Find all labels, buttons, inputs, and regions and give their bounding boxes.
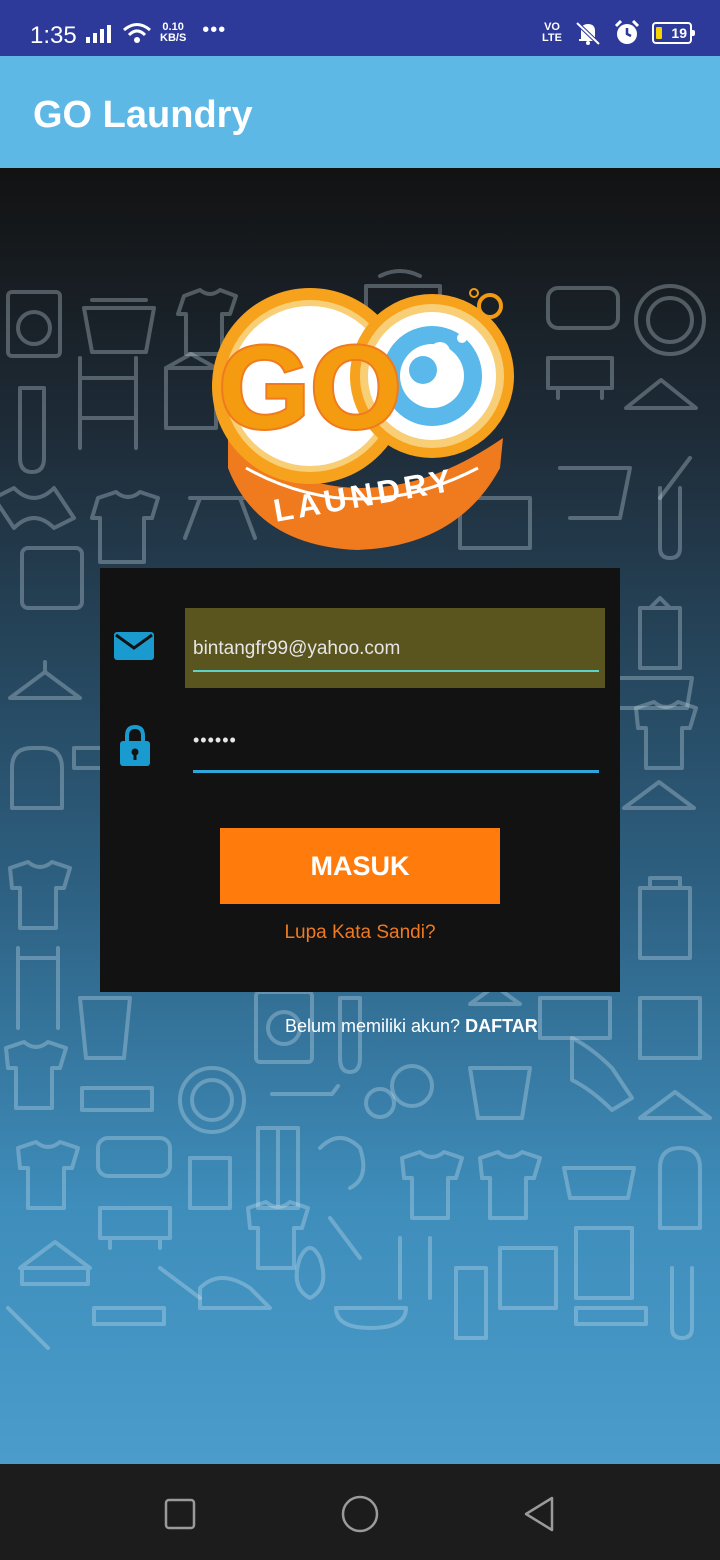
email-underline — [193, 670, 599, 672]
go-laundry-logo: GO LAUNDRY — [212, 288, 514, 550]
status-left-icons: 0.10 KB/S ••• — [86, 18, 227, 44]
home-button[interactable] — [338, 1492, 382, 1536]
alarm-icon — [614, 20, 640, 44]
volte-bottom: LTE — [542, 32, 562, 44]
app-title: GO Laundry — [33, 94, 253, 136]
password-field[interactable]: •••••• — [193, 728, 599, 776]
register-link[interactable]: DAFTAR — [465, 1016, 538, 1036]
register-prompt-text: Belum memiliki akun? — [285, 1016, 461, 1036]
mute-icon — [575, 21, 601, 46]
login-button[interactable]: MASUK — [220, 828, 500, 904]
status-time: 1:35 — [30, 22, 77, 49]
lock-icon — [120, 724, 150, 766]
email-icon — [114, 632, 154, 660]
app-bar: GO Laundry — [0, 56, 720, 168]
recent-apps-button[interactable] — [158, 1492, 202, 1536]
more-notifications-icon: ••• — [202, 18, 227, 41]
email-input-value[interactable]: bintangfr99@yahoo.com — [193, 638, 400, 660]
system-navigation-bar — [0, 1464, 720, 1560]
login-screen: GO LAUNDRY bintangfr99@yahoo.com •••••• … — [0, 168, 720, 1464]
status-right-icons: VO LTE 19 — [542, 20, 695, 46]
volte-indicator: VO LTE — [542, 22, 562, 44]
network-speed: 0.10 KB/S — [160, 22, 186, 44]
status-bar: 1:35 0.10 KB/S ••• VO LTE 19 — [0, 0, 720, 56]
login-card: bintangfr99@yahoo.com •••••• MASUK Lupa … — [100, 568, 620, 992]
logo-letters: GO — [218, 322, 402, 454]
battery-indicator: 19 — [652, 22, 695, 44]
register-prompt: Belum memiliki akun? DAFTAR — [285, 1016, 538, 1037]
forgot-password-link[interactable]: Lupa Kata Sandi? — [100, 922, 620, 944]
network-speed-unit: KB/S — [160, 32, 187, 44]
wifi-icon — [123, 23, 151, 43]
signal-icon — [86, 25, 111, 43]
password-input-value[interactable]: •••••• — [193, 730, 237, 751]
back-button[interactable] — [518, 1492, 562, 1536]
password-underline — [193, 770, 599, 773]
email-field[interactable]: bintangfr99@yahoo.com — [185, 608, 605, 688]
